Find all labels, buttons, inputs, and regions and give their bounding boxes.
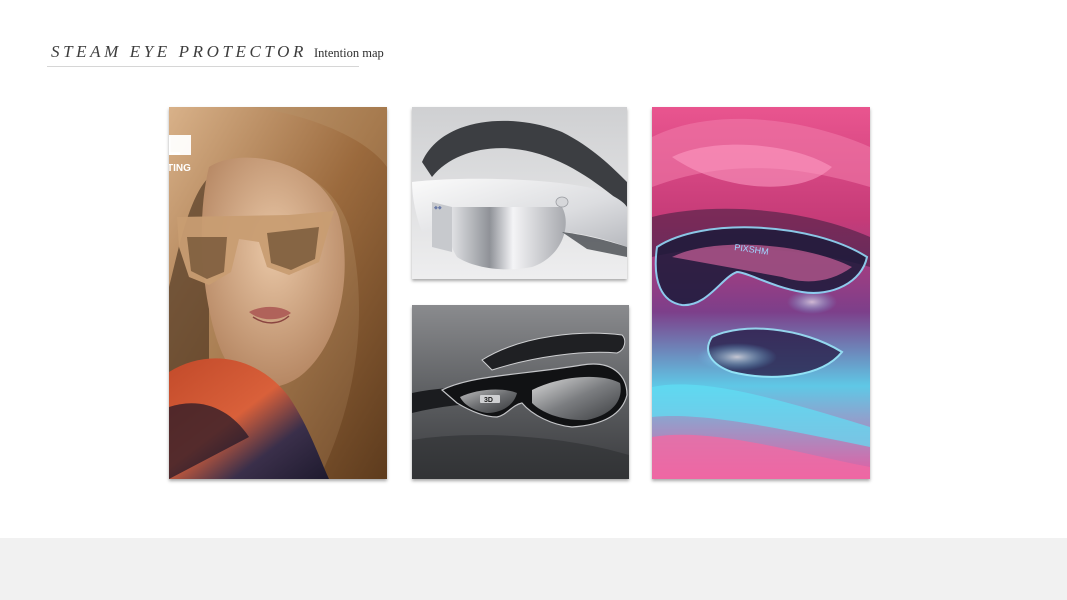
model-sunglasses-image: L TING [169,107,387,479]
svg-text:◆◆: ◆◆ [434,205,442,211]
3d-glasses-photo: 3D [412,305,629,479]
iridescent-glasses-photo: PIXSHM [652,107,870,479]
overlay-subtext: TING [169,163,191,174]
slide: STEAM EYE PROTECTOR Intention map L TING… [0,0,1067,538]
iridescent-glasses-image: PIXSHM [652,107,870,479]
page-subtitle: Intention map [314,46,384,60]
3d-logo: 3D [484,397,493,404]
model-sunglasses-photo: L TING [169,107,387,479]
futuristic-visor-image: ◆◆ [412,107,627,279]
footer-band [0,538,1067,600]
overlay-letter: L [169,131,181,161]
page-title: STEAM EYE PROTECTOR [51,42,308,61]
header-divider [47,66,359,67]
futuristic-visor-photo: ◆◆ [412,107,627,279]
3d-glasses-image: 3D [412,305,629,479]
